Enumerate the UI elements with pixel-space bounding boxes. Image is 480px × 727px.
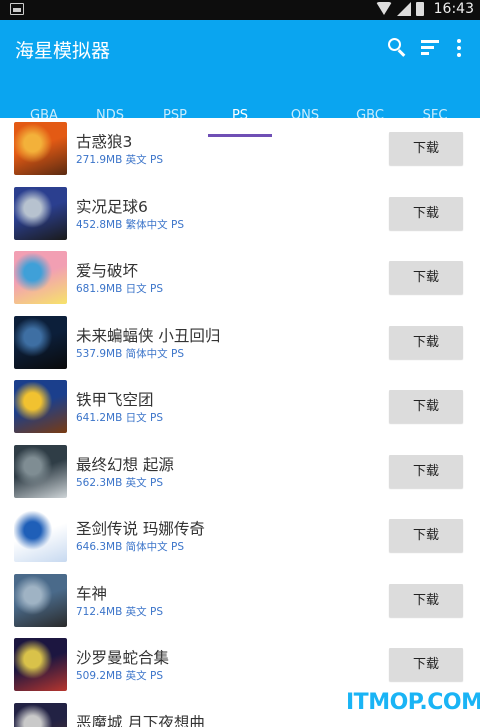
game-cover-image [14, 251, 67, 304]
game-platform: PS [150, 670, 164, 682]
battery-icon [416, 2, 424, 16]
game-size: 537.9MB [76, 347, 123, 360]
download-button[interactable]: 下载 [389, 583, 463, 617]
game-title: 古惑狼3 [76, 133, 133, 151]
sort-icon[interactable] [421, 37, 443, 59]
game-language: 日文 [125, 412, 147, 424]
game-size: 712.4MB [76, 605, 123, 618]
game-meta: 509.2MB 英文 PS [76, 668, 163, 683]
game-meta: 537.9MB 简体中文 PS [76, 346, 184, 361]
game-size: 646.3MB [76, 541, 123, 553]
game-title: 车神 [76, 584, 108, 603]
game-size: 641.2MB [76, 412, 123, 424]
game-platform: PS [171, 347, 185, 360]
game-size: 452.8MB [76, 218, 123, 231]
game-meta: 681.9MB 日文 PS [76, 281, 163, 296]
game-language: 简体中文 [125, 541, 168, 553]
game-cover-image [14, 186, 67, 240]
game-row[interactable]: 未来蝙蝠侠 小丑回归 537.9MB 简体中文 PS 下载 [0, 312, 480, 377]
game-platform: PS [150, 154, 164, 166]
game-language: 英文 [125, 476, 147, 489]
game-row[interactable]: 车神 712.4MB 英文 PS 下载 [0, 570, 480, 635]
status-time: 16:43 [433, 1, 474, 17]
download-button[interactable]: 下载 [389, 196, 463, 230]
game-language: 英文 [125, 154, 147, 166]
game-meta: 562.3MB 英文 PS [76, 475, 163, 490]
status-bar: 16:43 [0, 0, 480, 20]
game-size: 562.3MB [76, 476, 123, 489]
more-vert-icon[interactable] [453, 37, 465, 59]
game-platform: PS [171, 541, 185, 553]
download-button[interactable]: 下载 [389, 132, 463, 165]
game-cover-image [14, 315, 67, 369]
game-size: 271.9MB [76, 154, 123, 166]
search-icon[interactable] [387, 37, 409, 59]
game-meta: 641.2MB 日文 PS [76, 410, 163, 425]
app-bar: 海星模拟器 GBA NDS PSP PS ONS GBC SFC [0, 20, 480, 137]
game-language: 繁体中文 [125, 218, 168, 231]
game-meta: 271.9MB 英文 PS [76, 152, 163, 167]
game-language: 日文 [125, 283, 147, 295]
game-title: 未来蝙蝠侠 小丑回归 [76, 326, 221, 345]
game-title: 圣剑传说 玛娜传奇 [76, 520, 205, 538]
game-cover-image [14, 509, 67, 562]
game-row[interactable]: 铁甲飞空团 641.2MB 日文 PS 下载 [0, 376, 480, 441]
game-row[interactable]: 爱与破坏 681.9MB 日文 PS 下载 [0, 247, 480, 312]
game-platform: PS [150, 605, 164, 618]
status-icons [376, 2, 424, 16]
game-size: 509.2MB [76, 670, 123, 682]
game-meta: 712.4MB 英文 PS [76, 604, 163, 619]
game-title: 爱与破坏 [76, 262, 139, 280]
game-cover-image [14, 444, 67, 498]
game-meta: 646.3MB 简体中文 PS [76, 539, 184, 554]
game-language: 英文 [125, 670, 147, 682]
download-button[interactable]: 下载 [389, 390, 463, 423]
download-button[interactable]: 下载 [389, 261, 463, 294]
game-cover-image [14, 573, 67, 627]
game-title: 实况足球6 [76, 197, 148, 216]
game-platform: PS [150, 476, 164, 489]
game-cover-image [14, 702, 67, 727]
download-button[interactable]: 下载 [389, 519, 463, 552]
game-row[interactable]: 古惑狼3 271.9MB 英文 PS 下载 [0, 118, 480, 183]
game-platform: PS [150, 412, 164, 424]
game-row[interactable]: 实况足球6 452.8MB 繁体中文 PS 下载 [0, 183, 480, 248]
watermark: ITMOP.COM [346, 690, 480, 715]
game-language: 英文 [125, 605, 147, 618]
gallery-icon [10, 3, 24, 15]
download-button[interactable]: 下载 [389, 648, 463, 681]
game-title: 铁甲飞空团 [76, 391, 154, 409]
game-language: 简体中文 [125, 347, 168, 360]
game-row[interactable]: 沙罗曼蛇合集 509.2MB 英文 PS 下载 [0, 634, 480, 699]
game-title: 沙罗曼蛇合集 [76, 649, 170, 667]
game-platform: PS [150, 283, 164, 295]
signal-icon [397, 2, 411, 16]
game-cover-image [14, 122, 67, 175]
download-button[interactable]: 下载 [389, 325, 463, 359]
game-meta: 452.8MB 繁体中文 PS [76, 217, 184, 232]
app-title: 海星模拟器 [15, 40, 111, 62]
download-button[interactable]: 下载 [389, 454, 463, 488]
game-row[interactable]: 圣剑传说 玛娜传奇 646.3MB 简体中文 PS 下载 [0, 505, 480, 570]
game-title: 最终幻想 起源 [76, 455, 174, 474]
game-cover-image [14, 380, 67, 433]
game-cover-image [14, 638, 67, 691]
game-title: 恶魔城 月下夜想曲 [76, 713, 205, 727]
wifi-icon [376, 2, 392, 16]
game-platform: PS [171, 218, 185, 231]
game-size: 681.9MB [76, 283, 123, 295]
game-row[interactable]: 最终幻想 起源 562.3MB 英文 PS 下载 [0, 441, 480, 506]
